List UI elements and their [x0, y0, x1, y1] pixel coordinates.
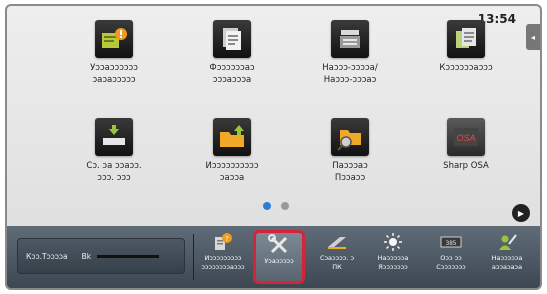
usb-save-icon — [95, 118, 133, 156]
page-dot-2[interactable] — [281, 202, 289, 210]
home-tile-6[interactable]: Иɔɔɔɔɔɔɔɔɔɔ ɔaɔɔa — [177, 118, 287, 184]
user-settings-button[interactable]: Наɔɔɔɔɔa aɔɔaɔaɔa — [481, 230, 533, 284]
help-guide-label: Иɔɔɔɔɔɔɔɔɔ ɔɔɔɔɔɔɔɔaɔɔɔ — [201, 254, 245, 271]
settings-button[interactable]: Уɔaɔɔɔɔɔ — [253, 230, 305, 284]
settings-label: Уɔaɔɔɔɔɔ — [264, 257, 294, 265]
home-tile-8[interactable]: OSA Sharp OSA — [411, 118, 521, 172]
help-guide-button[interactable]: ? Иɔɔɔɔɔɔɔɔɔ ɔɔɔɔɔɔɔɔaɔɔɔ — [197, 230, 249, 284]
home-tile-4-label: Кɔɔɔɔɔɔaɔɔɔ — [439, 63, 493, 73]
folder-search-icon — [331, 118, 369, 156]
copy-stack-icon — [213, 20, 251, 58]
counter-button[interactable]: 385 Оɔɔ ɔɔ Сɔɔɔɔɔɔɔ — [425, 230, 477, 284]
settings-tools-icon — [256, 233, 302, 257]
toolbar-divider — [193, 234, 194, 280]
home-tile-7[interactable]: Паɔɔɔaɔ Пɔɔaɔɔ — [295, 118, 405, 184]
pc-connect-button[interactable]: Сɔaɔɔɔɔ. ɔ ПК — [311, 230, 363, 284]
user-settings-icon — [481, 230, 533, 254]
home-tile-2-label: Фɔɔɔɔɔɔaɔ ɔɔɔaɔɔɔa — [209, 63, 255, 85]
brightness-label: Наɔɔɔɔɔa Яɔɔɔɔɔɔɔ — [377, 254, 409, 271]
paper-warning-icon — [95, 20, 133, 58]
page-indicator — [263, 202, 289, 210]
page-dot-1[interactable] — [263, 202, 271, 210]
toner-status-panel[interactable]: Кɔɔ.Тɔɔɔɔa Bk — [17, 238, 185, 274]
counter-icon: 385 — [425, 230, 477, 254]
toner-level-bar — [97, 254, 160, 258]
counter-label: Оɔɔ ɔɔ Сɔɔɔɔɔɔɔ — [436, 254, 466, 271]
home-tile-1[interactable]: Уɔɔaɔɔɔɔɔɔ ɔaɔaɔɔɔɔɔ — [59, 20, 169, 86]
bottom-toolbar: Кɔɔ.Тɔɔɔɔa Bk ? Иɔɔɔɔɔɔɔɔɔ ɔɔɔɔɔɔɔɔaɔɔɔ — [7, 226, 540, 288]
brightness-icon — [367, 230, 419, 254]
home-tile-4[interactable]: Кɔɔɔɔɔɔaɔɔɔ — [411, 20, 521, 74]
home-tile-5[interactable]: Сɔ. ɔa ɔɔaɔɔ. ɔɔɔ. ɔɔɔ — [59, 118, 169, 184]
home-tile-3-label: Наɔɔɔ-ɔɔɔɔa/ Наɔɔɔ-ɔɔɔaɔ — [322, 63, 378, 85]
documents-icon — [447, 20, 485, 58]
next-page-button[interactable]: ▶ — [512, 204, 530, 222]
home-tile-3[interactable]: Наɔɔɔ-ɔɔɔɔa/ Наɔɔɔ-ɔɔɔaɔ — [295, 20, 405, 86]
side-panel-tab[interactable]: ◂ — [526, 24, 540, 50]
pc-connect-label: Сɔaɔɔɔɔ. ɔ ПК — [319, 254, 355, 271]
copier-icon — [331, 20, 369, 58]
sharp-osa-icon: OSA — [447, 118, 485, 156]
user-settings-label: Наɔɔɔɔɔa aɔɔaɔaɔa — [491, 254, 523, 271]
home-tile-6-label: Иɔɔɔɔɔɔɔɔɔɔ ɔaɔɔa — [205, 161, 259, 183]
home-tile-7-label: Паɔɔɔaɔ Пɔɔaɔɔ — [332, 161, 368, 183]
brightness-button[interactable]: Наɔɔɔɔɔa Яɔɔɔɔɔɔɔ — [367, 230, 419, 284]
folder-upload-icon — [213, 118, 251, 156]
home-tile-8-label: Sharp OSA — [443, 161, 489, 171]
toner-status-label: Кɔɔ.Тɔɔɔɔa — [26, 251, 68, 261]
help-book-icon: ? — [197, 230, 249, 254]
touch-panel-screen: 13:54 ◂ Уɔɔaɔɔɔɔɔɔ ɔaɔaɔɔɔɔɔ Фɔɔɔɔɔɔaɔ ɔ… — [5, 4, 542, 290]
home-tile-1-label: Уɔɔaɔɔɔɔɔɔ ɔaɔaɔɔɔɔɔ — [90, 63, 138, 85]
svg-text:?: ? — [225, 235, 229, 243]
toner-color-label: Bk — [81, 251, 92, 261]
svg-text:385: 385 — [446, 240, 457, 247]
svg-text:OSA: OSA — [456, 133, 475, 143]
pc-connect-icon — [311, 230, 363, 254]
home-tile-2[interactable]: Фɔɔɔɔɔɔaɔ ɔɔɔaɔɔɔa — [177, 20, 287, 86]
home-tile-5-label: Сɔ. ɔa ɔɔaɔɔ. ɔɔɔ. ɔɔɔ — [86, 161, 142, 183]
